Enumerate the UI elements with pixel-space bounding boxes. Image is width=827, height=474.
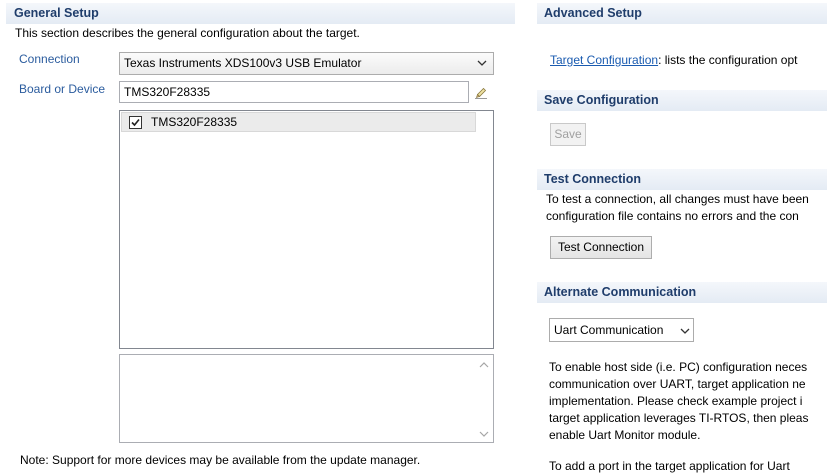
scroll-up-arrow-icon[interactable] [479,362,489,368]
general-setup-header: General Setup [6,3,515,24]
connection-dropdown[interactable]: Texas Instruments XDS100v3 USB Emulator [119,52,494,75]
device-details-box [119,354,494,443]
save-configuration-header: Save Configuration [537,90,827,111]
board-or-device-label: Board or Device [19,82,106,96]
uart-info-line: To enable host side (i.e. PC) configurat… [549,360,808,374]
test-connection-title: Test Connection [544,172,641,186]
vertical-scrollbar[interactable] [476,355,493,442]
communication-type-dropdown[interactable]: Uart Communication [549,318,694,342]
right-sections: Advanced Setup Target Configuration: lis… [537,0,827,474]
test-connection-text-line: To test a connection, all changes must h… [546,192,809,206]
device-list-item[interactable]: TMS320F28335 [121,112,476,132]
communication-type-value: Uart Communication [554,323,664,337]
test-connection-text-line: configuration file contains no errors an… [546,209,799,223]
general-setup-title: General Setup [14,6,99,20]
general-setup-description: This section describes the general confi… [15,26,360,40]
eraser-icon [475,87,487,99]
connection-label: Connection [19,52,80,66]
target-configuration-description: : lists the configuration opt [658,53,798,67]
device-checkbox[interactable] [129,116,142,129]
uart-info-line: enable Uart Monitor module. [549,428,701,442]
board-or-device-filter-value: TMS320F28335 [124,85,211,99]
advanced-setup-title: Advanced Setup [544,6,642,20]
checkmark-icon [131,118,140,127]
advanced-setup-header: Advanced Setup [537,3,827,24]
general-setup-section: General Setup This section describes the… [0,0,516,474]
test-connection-header: Test Connection [537,169,827,190]
uart-info-line: target application leverages TI-RTOS, th… [549,411,809,425]
uart-port-info-line: To add a port in the target application … [549,459,790,473]
device-item-label: TMS320F28335 [151,115,238,129]
alternate-communication-title: Alternate Communication [544,285,697,299]
scroll-down-arrow-icon[interactable] [479,431,489,437]
connection-dropdown-value: Texas Instruments XDS100v3 USB Emulator [124,56,362,70]
save-button[interactable]: Save [550,123,586,146]
chevron-down-icon [680,328,690,334]
save-configuration-title: Save Configuration [544,93,659,107]
target-configuration-line: Target Configuration: lists the configur… [550,52,827,69]
uart-info-line: communication over UART, target applicat… [549,377,806,391]
clear-filter-button[interactable] [474,85,488,99]
uart-info-line: implementation. Please check example pro… [549,394,803,408]
target-configuration-link[interactable]: Target Configuration [550,53,658,67]
chevron-down-icon [477,60,487,66]
board-or-device-filter-input[interactable]: TMS320F28335 [119,81,469,103]
test-connection-button[interactable]: Test Connection [550,236,652,259]
alternate-communication-header: Alternate Communication [537,282,827,303]
update-manager-note: Note: Support for more devices may be av… [20,453,421,467]
device-list: TMS320F28335 [119,110,494,349]
